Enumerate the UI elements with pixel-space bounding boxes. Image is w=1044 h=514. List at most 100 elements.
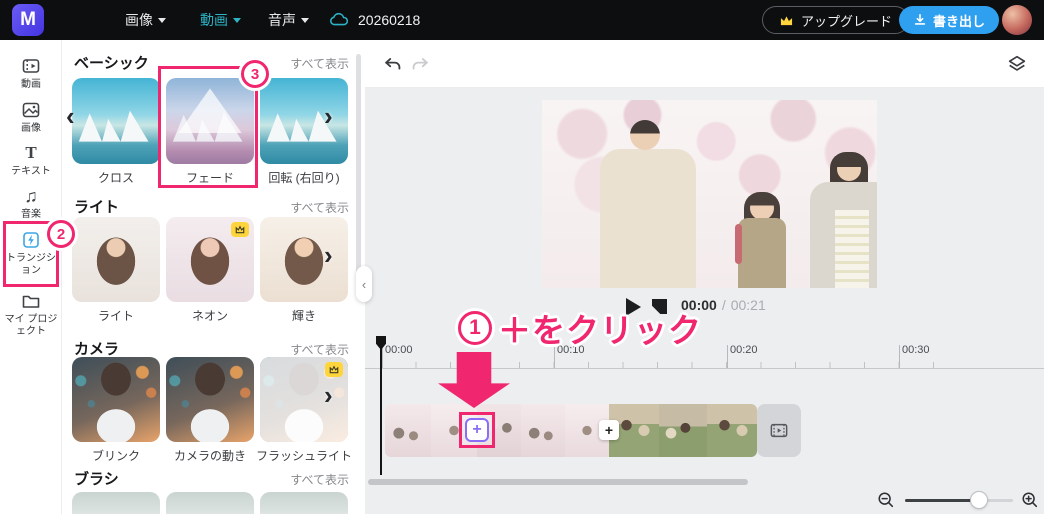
section-title-brush: ブラシ bbox=[74, 471, 119, 488]
ruler-label: 00:10 bbox=[554, 344, 585, 369]
preview-figure bbox=[600, 149, 696, 288]
video-editor-app: M 画像 動画 音声 20260218 アップグレード 書き出し 動画 画像 T… bbox=[0, 0, 1044, 514]
preview-figure bbox=[835, 210, 869, 288]
clip-frame bbox=[521, 404, 565, 457]
transition-item-light[interactable]: ライト bbox=[72, 217, 160, 324]
image-icon bbox=[21, 100, 41, 120]
timeline-scrollbar[interactable] bbox=[368, 479, 748, 485]
timeline-zoom-slider[interactable] bbox=[905, 499, 1013, 502]
app-logo[interactable]: M bbox=[12, 4, 44, 36]
show-all-link[interactable]: すべて表示 bbox=[290, 199, 349, 216]
step-badge-3: 3 bbox=[241, 60, 269, 88]
scroll-right-icon[interactable]: › bbox=[324, 382, 333, 408]
step-badge-2: 2 bbox=[47, 220, 75, 248]
show-all-link[interactable]: すべて表示 bbox=[290, 471, 349, 488]
preview-figure bbox=[630, 120, 660, 150]
redo-button[interactable] bbox=[409, 53, 431, 75]
scroll-right-icon[interactable]: › bbox=[324, 242, 333, 268]
ruler-line[interactable] bbox=[365, 368, 1044, 369]
transition-label: フェード bbox=[185, 171, 234, 185]
timeline-track bbox=[385, 404, 757, 457]
sidebar-item-text[interactable]: T テキスト bbox=[0, 143, 62, 178]
video-preview[interactable] bbox=[542, 100, 877, 288]
user-avatar[interactable] bbox=[1002, 5, 1032, 35]
premium-crown-icon bbox=[325, 362, 343, 377]
transition-item-blink[interactable]: ブリンク bbox=[72, 357, 160, 464]
menu-audio[interactable]: 音声 bbox=[268, 0, 309, 40]
transition-thumbnail bbox=[260, 78, 348, 164]
crown-icon bbox=[779, 14, 794, 27]
fullscreen-icon[interactable] bbox=[652, 299, 667, 314]
transition-item-flashlight[interactable]: フラッシュライト bbox=[256, 357, 352, 464]
cloud-sync-icon bbox=[328, 9, 350, 31]
timeline-clip-2[interactable] bbox=[477, 404, 609, 457]
transition-thumbnail[interactable] bbox=[72, 492, 160, 514]
panel-scrollbar[interactable] bbox=[356, 54, 361, 294]
sidebar-item-label: 画像 bbox=[21, 123, 41, 134]
chevron-down-icon bbox=[233, 17, 241, 27]
transition-thumbnail[interactable] bbox=[260, 492, 348, 514]
zoom-slider-thumb[interactable] bbox=[971, 492, 987, 508]
transition-item-fade[interactable]: フェード bbox=[166, 78, 254, 186]
sidebar-item-image[interactable]: 画像 bbox=[0, 100, 62, 135]
text-icon: T bbox=[25, 143, 37, 162]
show-all-link[interactable]: すべて表示 bbox=[290, 341, 349, 358]
download-icon bbox=[913, 13, 927, 27]
add-transition-button[interactable]: + bbox=[465, 418, 489, 442]
sidebar-item-label: テキスト bbox=[11, 166, 51, 177]
add-transition-highlight-box: + bbox=[459, 412, 495, 448]
step-badge-1: 1 bbox=[458, 311, 492, 345]
zoom-slider-fill bbox=[905, 499, 979, 502]
preview-figure bbox=[750, 196, 774, 220]
sidebar-item-video[interactable]: 動画 bbox=[0, 56, 62, 91]
transition-thumbnail bbox=[260, 357, 348, 442]
transition-label: クロス bbox=[97, 171, 134, 185]
sidebar-item-my-project[interactable]: マイ プロジェクト bbox=[0, 291, 62, 338]
menu-image[interactable]: 画像 bbox=[125, 0, 166, 40]
sidebar-item-label: 動画 bbox=[21, 79, 41, 90]
add-transition-button-2[interactable]: + bbox=[599, 420, 619, 440]
export-button[interactable]: 書き出し bbox=[899, 6, 1000, 34]
video-icon bbox=[21, 56, 41, 76]
sidebar-item-music[interactable]: ♫ 音楽 bbox=[0, 186, 62, 221]
clip-frame bbox=[707, 404, 757, 457]
current-time: 00:00 bbox=[681, 297, 717, 313]
transition-item-glow[interactable]: 輝き bbox=[260, 217, 348, 324]
preview-figure bbox=[738, 218, 786, 288]
time-separator: / bbox=[721, 297, 726, 313]
menu-video-label: 動画 bbox=[200, 12, 228, 28]
transition-thumbnail[interactable] bbox=[166, 492, 254, 514]
scroll-left-icon[interactable]: ‹ bbox=[66, 103, 75, 129]
clip-frame bbox=[659, 404, 707, 457]
ruler-label: 00:30 bbox=[899, 344, 930, 369]
total-duration: 00:21 bbox=[730, 297, 766, 313]
section-title-basic: ベーシック bbox=[74, 55, 149, 72]
menu-video[interactable]: 動画 bbox=[200, 0, 241, 40]
top-bar: M 画像 動画 音声 20260218 アップグレード 書き出し bbox=[0, 0, 1044, 40]
play-button[interactable] bbox=[624, 298, 642, 316]
zoom-out-icon[interactable] bbox=[877, 490, 897, 510]
project-name[interactable]: 20260218 bbox=[358, 12, 420, 28]
show-all-link[interactable]: すべて表示 bbox=[290, 55, 349, 72]
panel-collapse-button[interactable]: ‹ bbox=[356, 266, 372, 302]
transition-item-camera-move[interactable]: カメラの動き bbox=[166, 357, 254, 464]
transition-item-rotate[interactable]: 回転 (右回り) bbox=[260, 78, 348, 186]
ruler-label: 00:00 bbox=[382, 344, 413, 369]
transition-label: ネオン bbox=[191, 309, 228, 323]
export-label: 書き出し bbox=[933, 13, 986, 29]
transition-item-neon[interactable]: ネオン bbox=[166, 217, 254, 324]
section-title-light: ライト bbox=[74, 199, 120, 216]
transition-item-cross[interactable]: クロス bbox=[72, 78, 160, 186]
scroll-right-icon[interactable]: › bbox=[324, 103, 333, 129]
zoom-in-icon[interactable] bbox=[1021, 490, 1041, 510]
annotation-text: ＋をクリック bbox=[498, 312, 702, 349]
layers-icon[interactable] bbox=[1006, 53, 1028, 75]
playhead-line[interactable] bbox=[380, 348, 382, 475]
folder-icon bbox=[21, 291, 41, 311]
basic-thumb-row: クロス フェード 回転 (右回り) bbox=[72, 78, 348, 186]
undo-button[interactable] bbox=[382, 53, 404, 75]
timeline-clip-3[interactable] bbox=[609, 404, 757, 457]
add-clip-placeholder[interactable] bbox=[757, 404, 801, 457]
upgrade-button[interactable]: アップグレード bbox=[762, 6, 910, 34]
sidebar-item-label: 音楽 bbox=[21, 209, 41, 220]
